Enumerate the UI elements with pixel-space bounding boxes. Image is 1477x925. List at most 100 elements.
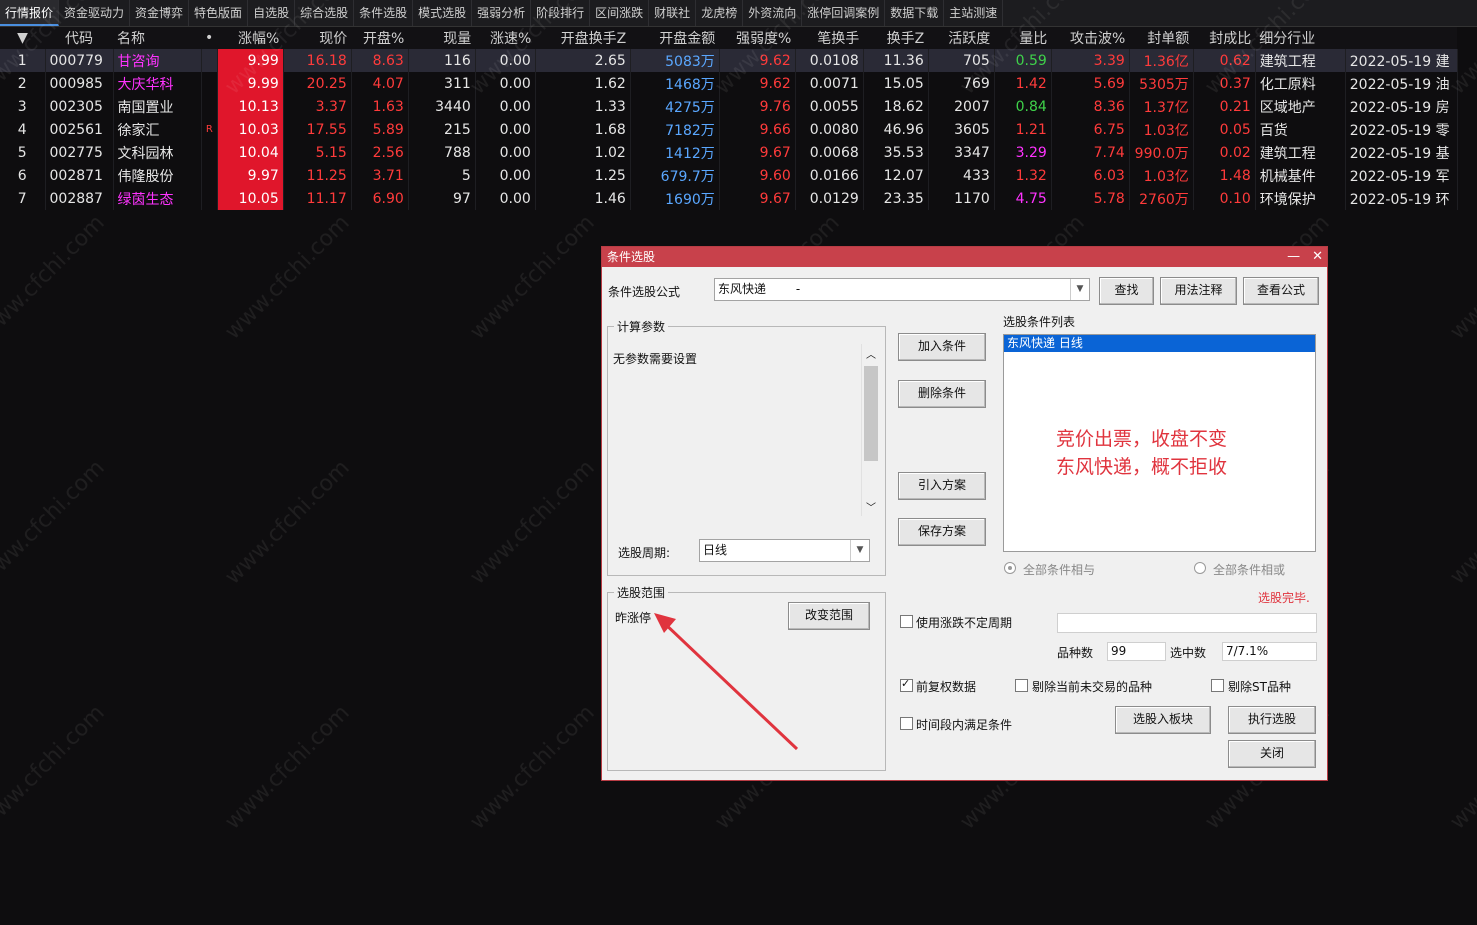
column-header[interactable]: 名称: [113, 27, 201, 49]
formula-label: 条件选股公式: [608, 285, 681, 299]
table-row[interactable]: 6 002871 伟隆股份 9.97 11.25 3.71 5 0.00 1.25 679.7万 9…: [0, 164, 1458, 187]
delete-condition-button[interactable]: 删除条件: [898, 380, 986, 408]
timerange-checkbox[interactable]: [900, 717, 913, 730]
column-header[interactable]: 活跃度: [928, 27, 995, 49]
table-row[interactable]: 3 002305 南国置业 10.13 3.37 1.63 3440 0.00 1.33 4275…: [0, 95, 1458, 118]
timerange-label: 时间段内满足条件: [916, 718, 1013, 732]
tab-3[interactable]: 特色版面: [189, 0, 249, 26]
cell-sratio: 0.37: [1193, 72, 1256, 95]
cell-ind: 化工原料: [1255, 72, 1346, 95]
cell-sratio: 1.48: [1193, 164, 1256, 187]
radio-all-and[interactable]: [1004, 562, 1016, 574]
column-header[interactable]: •: [201, 27, 218, 49]
scroll-thumb[interactable]: [864, 366, 878, 461]
column-header[interactable]: 封成比: [1193, 27, 1256, 49]
tab-7[interactable]: 模式选股: [413, 0, 473, 26]
cell-active: 769: [928, 72, 995, 95]
tab-1[interactable]: 资金驱动力: [59, 0, 131, 26]
to-block-button[interactable]: 选股入板块: [1115, 706, 1211, 734]
table-row[interactable]: 2 000985 大庆华科 9.99 20.25 4.07 311 0.00 1.62 1468万…: [0, 72, 1458, 95]
params-scrollbar[interactable]: ︿ ﹀: [861, 344, 880, 516]
close-button[interactable]: 关闭: [1228, 740, 1316, 768]
tab-13[interactable]: 外资流向: [743, 0, 803, 26]
cell-seal: 1.03亿: [1129, 164, 1194, 187]
chevron-down-icon[interactable]: ▼: [850, 540, 869, 561]
tab-2[interactable]: 资金博弈: [130, 0, 190, 26]
cell-speed: 0.00: [475, 141, 536, 164]
cell-price: 17.55: [283, 118, 352, 141]
tab-5[interactable]: 综合选股: [295, 0, 355, 26]
column-header[interactable]: 强弱度%: [719, 27, 796, 49]
column-header[interactable]: 涨速%: [475, 27, 536, 49]
view-formula-button[interactable]: 查看公式: [1243, 277, 1319, 305]
exclude-untraded-checkbox[interactable]: [1015, 679, 1028, 692]
cell-date: 2022-05-19 房: [1345, 95, 1458, 118]
condition-listbox[interactable]: 东风快递 日线 竞价出票，收盘不变 东风快递，概不拒收: [1003, 334, 1316, 552]
cell-flag: [201, 187, 218, 210]
radio-all-or[interactable]: [1194, 562, 1206, 574]
table-row[interactable]: 4 002561 徐家汇 R 10.03 17.55 5.89 215 0.00 1.68 7182…: [0, 118, 1458, 141]
column-header[interactable]: 笔换手: [795, 27, 864, 49]
scroll-down-icon[interactable]: ﹀: [866, 499, 876, 514]
column-header[interactable]: 换手Z: [863, 27, 929, 49]
cell-bturn: 0.0071: [795, 72, 864, 95]
column-header[interactable]: 量比: [994, 27, 1052, 49]
cell-bturn: 0.0055: [795, 95, 864, 118]
column-header[interactable]: 开盘换手Z: [535, 27, 631, 49]
use-period-checkbox[interactable]: [900, 615, 913, 628]
column-header[interactable]: 攻击波%: [1051, 27, 1130, 49]
cell-oamt: 1690万: [630, 187, 720, 210]
tab-16[interactable]: 主站测速: [944, 0, 1004, 26]
params-group-label: 计算参数: [614, 318, 669, 335]
condition-list-item[interactable]: 东风快递 日线: [1004, 335, 1315, 352]
tab-6[interactable]: 条件选股: [354, 0, 414, 26]
column-header[interactable]: 开盘金额: [630, 27, 720, 49]
column-header[interactable]: 封单额: [1129, 27, 1194, 49]
save-plan-button[interactable]: 保存方案: [898, 518, 986, 546]
cell-qratio: 3.29: [994, 141, 1052, 164]
period-input[interactable]: [1057, 613, 1317, 633]
tab-12[interactable]: 龙虎榜: [696, 0, 744, 26]
table-row[interactable]: 1 000779 甘咨询 9.99 16.18 8.63 116 0.00 2.65 5083万 9…: [0, 49, 1458, 72]
close-icon[interactable]: ✕: [1312, 249, 1323, 264]
chevron-down-icon[interactable]: ▼: [1070, 279, 1089, 300]
run-select-button[interactable]: 执行选股: [1228, 706, 1316, 734]
table-row[interactable]: 5 002775 文科园林 10.04 5.15 2.56 788 0.00 1.02 1412万…: [0, 141, 1458, 164]
tab-9[interactable]: 阶段排行: [531, 0, 591, 26]
use-period-label: 使用涨跌不定周期: [916, 616, 1013, 630]
cell-open: 8.63: [351, 49, 409, 72]
column-header[interactable]: 现价: [283, 27, 352, 49]
cell-attack: 5.78: [1051, 187, 1130, 210]
cell-code: 000985: [45, 72, 114, 95]
scroll-up-icon[interactable]: ︿: [866, 346, 876, 361]
table-row[interactable]: 7 002887 绿茵生态 10.05 11.17 6.90 97 0.00 1.46 1690万…: [0, 187, 1458, 210]
tab-8[interactable]: 强弱分析: [472, 0, 532, 26]
column-header[interactable]: 细分行业: [1255, 27, 1346, 49]
add-condition-button[interactable]: 加入条件: [898, 333, 986, 361]
cell-code: 002887: [45, 187, 114, 210]
column-header[interactable]: 现量: [408, 27, 476, 49]
tab-14[interactable]: 涨停回调案例: [802, 0, 886, 26]
tab-15[interactable]: 数据下载: [885, 0, 945, 26]
tab-10[interactable]: 区间涨跌: [590, 0, 650, 26]
minimize-icon[interactable]: —: [1287, 249, 1300, 264]
tab-4[interactable]: 自选股: [248, 0, 296, 26]
usage-notes-button[interactable]: 用法注释: [1160, 277, 1237, 305]
cell-oturn: 1.68: [535, 118, 631, 141]
import-plan-button[interactable]: 引入方案: [898, 472, 986, 500]
column-header[interactable]: 涨幅%: [217, 27, 284, 49]
cell-flag: [201, 49, 218, 72]
find-button[interactable]: 查找: [1099, 277, 1154, 305]
fq-checkbox[interactable]: [900, 677, 913, 692]
formula-select[interactable]: 东风快递 - ▼: [714, 278, 1090, 301]
sort-arrow-icon[interactable]: ▼: [0, 27, 45, 49]
column-header[interactable]: 代码: [45, 27, 113, 49]
cell-bturn: 0.0108: [795, 49, 864, 72]
column-header[interactable]: 开盘%: [351, 27, 409, 49]
cell-ind: 建筑工程: [1255, 141, 1346, 164]
period-select[interactable]: 日线 ▼: [699, 539, 870, 562]
tab-11[interactable]: 财联社: [649, 0, 697, 26]
tab-0[interactable]: 行情报价: [0, 0, 60, 26]
cell-turn: 23.35: [863, 187, 929, 210]
exclude-st-checkbox[interactable]: [1211, 679, 1224, 692]
